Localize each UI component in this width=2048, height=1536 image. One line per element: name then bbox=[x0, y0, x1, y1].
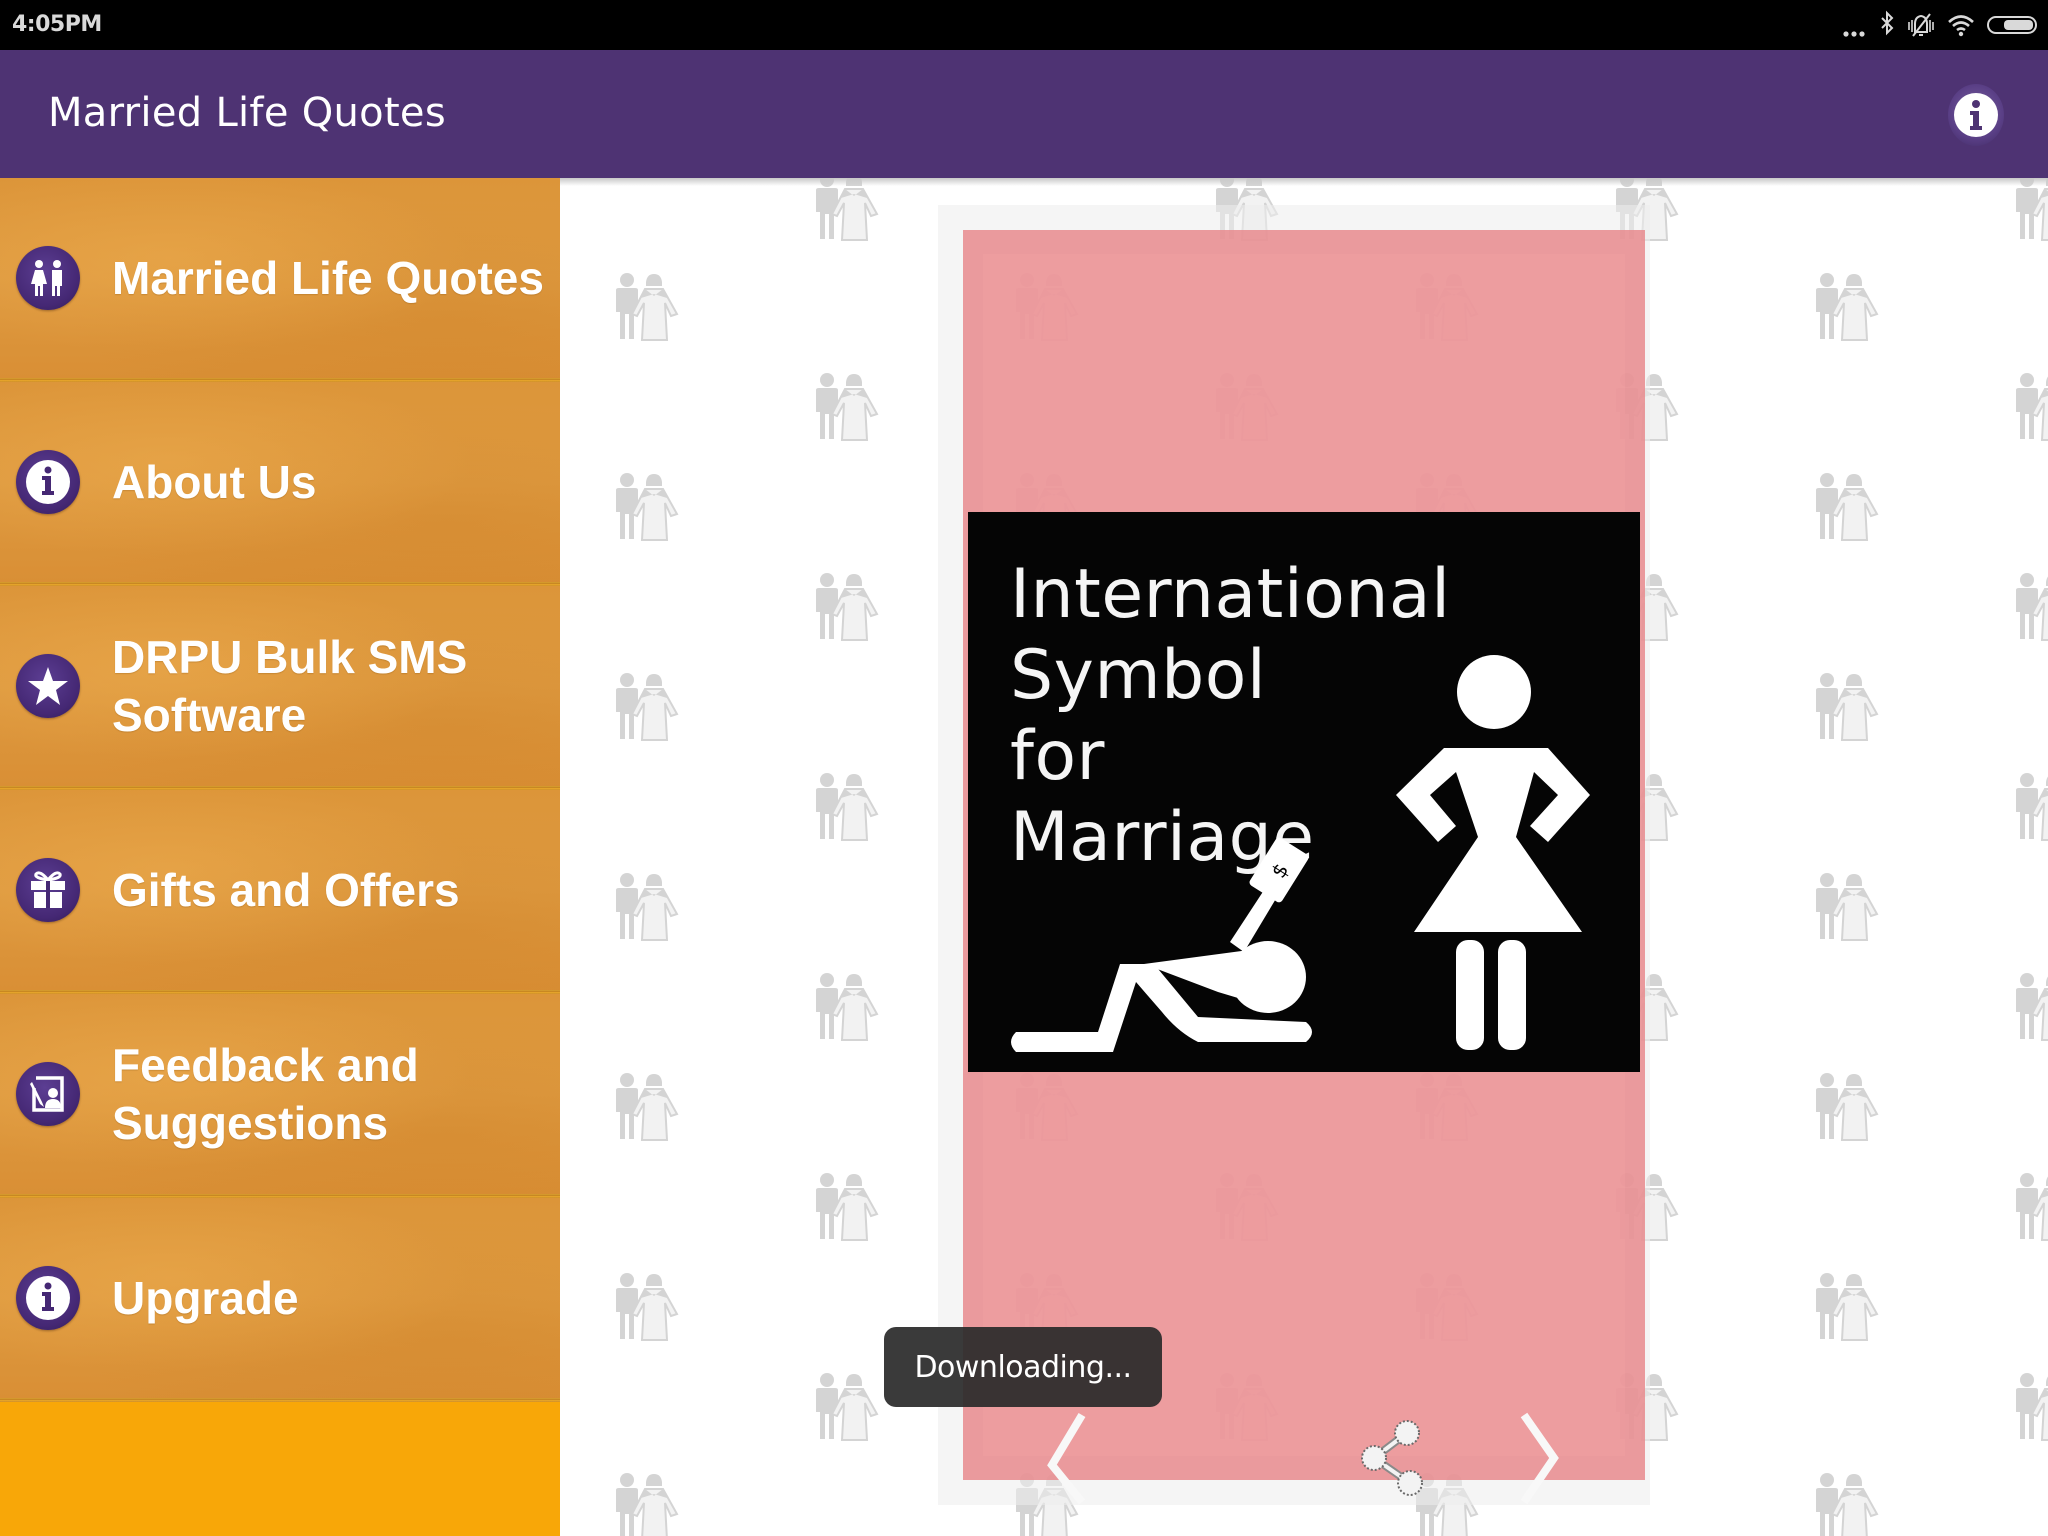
drawer-item-label: About Us bbox=[112, 456, 317, 508]
drawer-item-label: Feedback and Suggestions bbox=[112, 1039, 419, 1149]
drawer-item-upgrade[interactable]: Upgrade bbox=[0, 1198, 560, 1398]
couple-icon bbox=[16, 246, 80, 310]
chevron-left-icon bbox=[1047, 1412, 1086, 1505]
info-icon bbox=[16, 450, 80, 514]
drawer-item-drpu-bulk-sms[interactable]: DRPU Bulk SMS Software bbox=[0, 586, 560, 786]
previous-quote-button[interactable] bbox=[1038, 1410, 1098, 1510]
status-icons bbox=[1842, 10, 2038, 40]
status-bar: 4:05PM bbox=[0, 0, 2048, 50]
toolbar-shadow bbox=[560, 178, 2048, 186]
quote-image[interactable]: International Symbol for Marriage $ bbox=[968, 512, 1640, 1072]
drawer-item-label: Upgrade bbox=[112, 1272, 299, 1324]
drawer-divider bbox=[0, 1398, 560, 1402]
app-toolbar: Married Life Quotes bbox=[0, 50, 2048, 178]
marriage-cartoon-illustration: $ bbox=[1011, 655, 1590, 1052]
wifi-icon bbox=[1948, 15, 1974, 37]
share-icon bbox=[1361, 1420, 1423, 1496]
battery-icon bbox=[1987, 16, 2037, 34]
next-quote-button[interactable] bbox=[1510, 1410, 1570, 1510]
info-button[interactable] bbox=[1948, 84, 2004, 146]
feedback-icon bbox=[16, 1062, 80, 1126]
share-button[interactable] bbox=[1352, 1413, 1432, 1503]
drawer-item-married-life-quotes[interactable]: Married Life Quotes bbox=[0, 178, 560, 378]
app-title: Married Life Quotes bbox=[48, 90, 446, 136]
drawer-item-label: DRPU Bulk SMS Software bbox=[112, 631, 468, 741]
gift-icon bbox=[16, 858, 80, 922]
star-icon bbox=[16, 654, 80, 718]
drawer-item-gifts-and-offers[interactable]: Gifts and Offers bbox=[0, 790, 560, 990]
status-time: 4:05PM bbox=[12, 12, 102, 37]
chevron-right-icon bbox=[1520, 1412, 1559, 1505]
info-icon bbox=[16, 1266, 80, 1330]
info-icon bbox=[1954, 93, 1998, 137]
drawer-item-feedback-and-suggestions[interactable]: Feedback and Suggestions bbox=[0, 994, 560, 1194]
bluetooth-icon bbox=[1881, 10, 1894, 36]
quote-content-area: International Symbol for Marriage $ Down… bbox=[560, 178, 2048, 1536]
drawer-item-about-us[interactable]: About Us bbox=[0, 382, 560, 582]
downloading-toast: Downloading... bbox=[884, 1327, 1162, 1407]
drawer-item-label: Married Life Quotes bbox=[112, 252, 544, 304]
more-notifications-icon bbox=[1843, 31, 1865, 37]
drawer-item-label: Gifts and Offers bbox=[112, 864, 460, 916]
navigation-drawer: Married Life Quotes About Us DRPU Bulk S… bbox=[0, 178, 560, 1536]
vibrate-off-icon bbox=[1908, 13, 1934, 37]
